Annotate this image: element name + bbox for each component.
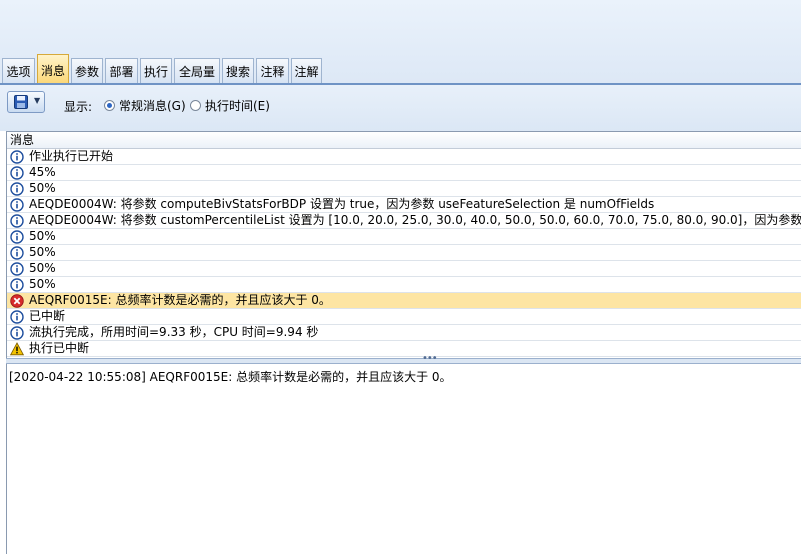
info-icon bbox=[10, 214, 24, 228]
tab-5[interactable]: 执行 bbox=[140, 58, 172, 83]
radio-exectime-label: 执行时间(E) bbox=[205, 99, 270, 113]
message-text: 作业执行已开始 bbox=[29, 149, 114, 163]
info-icon bbox=[10, 278, 24, 292]
messages-list[interactable]: 消息 作业执行已开始 45% 50% AEQDE0004W: 将参数 computeB… bbox=[6, 131, 801, 358]
info-icon bbox=[10, 182, 24, 196]
radio-dot bbox=[190, 100, 201, 111]
error-icon bbox=[10, 294, 24, 308]
save-button[interactable]: ▼ bbox=[7, 91, 45, 113]
message-text: 50% bbox=[29, 229, 56, 243]
floppy-disk-icon bbox=[14, 95, 28, 109]
message-text: 50% bbox=[29, 181, 56, 195]
message-text: 45% bbox=[29, 165, 56, 179]
message-text: 50% bbox=[29, 261, 56, 275]
show-label: 显示: bbox=[64, 100, 93, 114]
list-item[interactable]: 50% bbox=[7, 181, 801, 197]
info-icon bbox=[10, 326, 24, 340]
tab-2[interactable]: 消息 bbox=[37, 54, 69, 84]
list-item[interactable]: AEQRF0015E: 总频率计数是必需的，并且应该大于 0。 bbox=[7, 293, 801, 309]
list-item[interactable]: AEQDE0004W: 将参数 computeBivStatsForBDP 设置… bbox=[7, 197, 801, 213]
info-icon bbox=[10, 166, 24, 180]
radio-general-label: 常规消息(G) bbox=[119, 99, 186, 113]
info-icon bbox=[10, 262, 24, 276]
toolbar: ▼ 显示: 常规消息(G) 执行时间(E) bbox=[0, 85, 801, 131]
list-item[interactable]: 执行已中断 bbox=[7, 341, 801, 357]
messages-column-header[interactable]: 消息 bbox=[7, 132, 801, 149]
info-icon bbox=[10, 230, 24, 244]
message-text: 执行已中断 bbox=[29, 341, 90, 355]
list-item[interactable]: 45% bbox=[7, 165, 801, 181]
message-text: AEQDE0004W: 将参数 customPercentileList 设置为… bbox=[29, 213, 801, 227]
tab-1[interactable]: 选项 bbox=[2, 58, 35, 83]
tab-8[interactable]: 注释 bbox=[256, 58, 289, 83]
list-item[interactable]: 50% bbox=[7, 229, 801, 245]
tab-9[interactable]: 注解 bbox=[291, 58, 322, 83]
message-text: AEQRF0015E: 总频率计数是必需的，并且应该大于 0。 bbox=[29, 293, 331, 307]
list-item[interactable]: 作业执行已开始 bbox=[7, 149, 801, 165]
info-icon bbox=[10, 246, 24, 260]
list-item[interactable]: 50% bbox=[7, 261, 801, 277]
messages-rows: 作业执行已开始 45% 50% AEQDE0004W: 将参数 computeBivS… bbox=[7, 149, 801, 357]
message-text: 50% bbox=[29, 245, 56, 259]
tab-6[interactable]: 全局量 bbox=[174, 58, 220, 83]
info-icon bbox=[10, 310, 24, 324]
warning-icon bbox=[10, 342, 24, 356]
tab-bar: 选项 消息 参数 部署 执行 全局量 搜索 注释 注解 bbox=[0, 54, 801, 84]
message-text: 50% bbox=[29, 277, 56, 291]
info-icon bbox=[10, 150, 24, 164]
tab-4[interactable]: 部署 bbox=[105, 58, 138, 83]
chevron-down-icon: ▼ bbox=[34, 96, 41, 105]
message-text: 流执行完成，所用时间=9.33 秒，CPU 时间=9.94 秒 bbox=[29, 325, 319, 339]
list-item[interactable]: 流执行完成，所用时间=9.33 秒，CPU 时间=9.94 秒 bbox=[7, 325, 801, 341]
message-detail-panel[interactable]: [2020-04-22 10:55:08] AEQRF0015E: 总频率计数是… bbox=[6, 364, 801, 554]
message-text: 已中断 bbox=[29, 309, 66, 323]
message-text: AEQDE0004W: 将参数 computeBivStatsForBDP 设置… bbox=[29, 197, 655, 211]
splitter-grip-icon: ••• bbox=[422, 353, 438, 364]
info-icon bbox=[10, 198, 24, 212]
radio-general-messages[interactable]: 常规消息(G) bbox=[104, 97, 186, 114]
tab-3[interactable]: 参数 bbox=[71, 58, 103, 83]
message-detail-text: [2020-04-22 10:55:08] AEQRF0015E: 总频率计数是… bbox=[9, 370, 452, 384]
radio-execution-time[interactable]: 执行时间(E) bbox=[190, 97, 270, 114]
list-item[interactable]: 已中断 bbox=[7, 309, 801, 325]
radio-dot bbox=[104, 100, 115, 111]
list-item[interactable]: AEQDE0004W: 将参数 customPercentileList 设置为… bbox=[7, 213, 801, 229]
tab-7[interactable]: 搜索 bbox=[222, 58, 254, 83]
list-item[interactable]: 50% bbox=[7, 245, 801, 261]
list-item[interactable]: 50% bbox=[7, 277, 801, 293]
